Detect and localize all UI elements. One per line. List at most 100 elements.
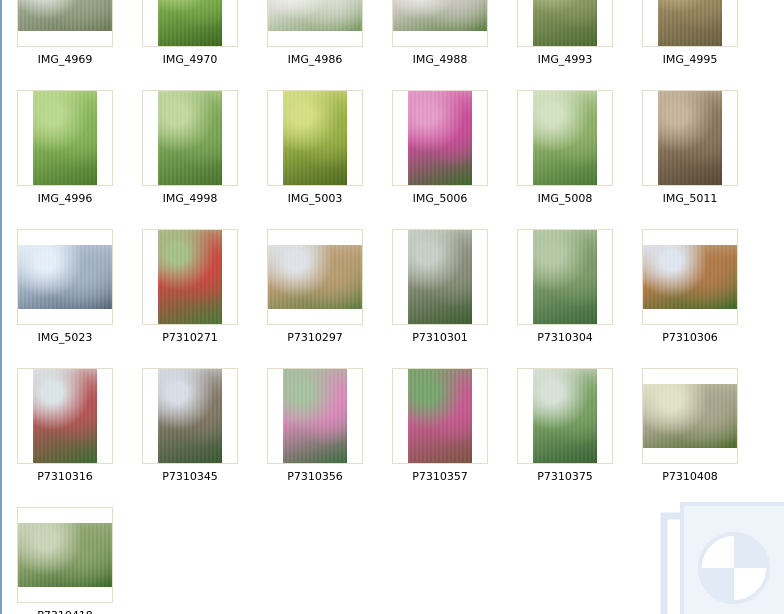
thumbnail-image[interactable] [393, 0, 487, 31]
thumbnail-item[interactable]: IMG_4996 [17, 90, 113, 220]
thumbnail-item[interactable]: P7310316 [17, 368, 113, 498]
thumbnail-image[interactable] [408, 230, 472, 324]
thumbnail-image[interactable] [18, 523, 112, 587]
thumbnail-texture [533, 230, 597, 324]
thumbnail-image[interactable] [533, 91, 597, 185]
thumbnail-item[interactable]: IMG_4969 [17, 0, 113, 81]
thumbnail-view: IMG_4969 IMG_4970 IMG_4986 IMG_4988 IMG_4993… [0, 0, 784, 614]
thumbnail-item[interactable]: P7310271 [142, 229, 238, 359]
thumbnail-item[interactable]: P7310297 [267, 229, 363, 359]
thumbnail-label: IMG_4993 [537, 53, 593, 66]
thumbnail-texture [268, 0, 362, 31]
thumbnail-frame[interactable] [267, 368, 363, 464]
thumbnail-image[interactable] [268, 0, 362, 31]
thumbnail-image[interactable] [158, 230, 222, 324]
thumbnail-image[interactable] [643, 384, 737, 448]
thumbnail-item[interactable]: P7310304 [517, 229, 613, 359]
thumbnail-frame[interactable] [142, 229, 238, 325]
thumbnail-image[interactable] [33, 369, 97, 463]
thumbnail-image[interactable] [158, 91, 222, 185]
thumbnail-frame[interactable] [392, 90, 488, 186]
thumbnail-item[interactable]: IMG_4988 [392, 0, 488, 81]
thumbnail-image[interactable] [158, 0, 222, 46]
thumbnail-texture [533, 91, 597, 185]
thumbnail-label: IMG_4969 [37, 53, 93, 66]
thumbnail-item[interactable]: P7310418 [17, 507, 113, 614]
thumbnail-frame[interactable] [142, 0, 238, 47]
thumbnail-label: IMG_5006 [412, 192, 468, 205]
thumbnail-frame[interactable] [17, 90, 113, 186]
thumbnail-frame[interactable] [642, 0, 738, 47]
thumbnail-texture [533, 0, 597, 46]
thumbnail-label: P7310418 [5, 609, 125, 614]
thumbnail-texture [33, 369, 97, 463]
thumbnail-label: P7310345 [162, 470, 218, 483]
thumbnail-frame[interactable] [17, 0, 113, 47]
thumbnail-frame[interactable] [392, 368, 488, 464]
thumbnail-frame[interactable] [642, 90, 738, 186]
thumbnail-image[interactable] [533, 230, 597, 324]
thumbnail-item[interactable]: IMG_5006 [392, 90, 488, 220]
thumbnail-label: IMG_5003 [287, 192, 343, 205]
thumbnail-item[interactable]: P7310357 [392, 368, 488, 498]
thumbnail-item[interactable]: IMG_4995 [642, 0, 738, 81]
thumbnail-texture [18, 245, 112, 309]
thumbnail-item[interactable]: IMG_4986 [267, 0, 363, 81]
thumbnail-frame[interactable] [392, 0, 488, 47]
thumbnail-image[interactable] [283, 369, 347, 463]
thumbnail-item[interactable]: IMG_4970 [142, 0, 238, 81]
thumbnail-item[interactable]: P7310375 [517, 368, 613, 498]
thumbnail-item[interactable]: IMG_4998 [142, 90, 238, 220]
thumbnail-image[interactable] [643, 245, 737, 309]
thumbnail-texture [268, 245, 362, 309]
thumbnail-texture [283, 91, 347, 185]
thumbnail-frame[interactable] [17, 507, 113, 603]
thumbnail-frame[interactable] [17, 368, 113, 464]
thumbnail-frame[interactable] [517, 229, 613, 325]
thumbnail-label: P7310306 [662, 331, 718, 344]
thumbnail-frame[interactable] [267, 0, 363, 47]
thumbnail-frame[interactable] [142, 90, 238, 186]
thumbnail-image[interactable] [158, 369, 222, 463]
thumbnail-image[interactable] [18, 245, 112, 309]
thumbnail-label: IMG_5008 [537, 192, 593, 205]
thumbnail-item[interactable]: IMG_5011 [642, 90, 738, 220]
thumbnail-item[interactable]: IMG_5008 [517, 90, 613, 220]
thumbnail-item[interactable]: IMG_5003 [267, 90, 363, 220]
thumbnail-item[interactable]: P7310345 [142, 368, 238, 498]
thumbnail-label: P7310316 [37, 470, 93, 483]
thumbnail-label: IMG_4986 [287, 53, 343, 66]
thumbnail-texture [658, 0, 722, 46]
thumbnail-label: IMG_4995 [662, 53, 718, 66]
photo-album-watermark-icon [660, 502, 784, 614]
thumbnail-image[interactable] [658, 91, 722, 185]
thumbnail-image[interactable] [408, 369, 472, 463]
thumbnail-frame[interactable] [142, 368, 238, 464]
thumbnail-frame[interactable] [392, 229, 488, 325]
thumbnail-image[interactable] [283, 91, 347, 185]
thumbnail-label: P7310304 [537, 331, 593, 344]
thumbnail-item[interactable]: P7310356 [267, 368, 363, 498]
thumbnail-item[interactable]: IMG_4993 [517, 0, 613, 81]
thumbnail-frame[interactable] [642, 368, 738, 464]
thumbnail-item[interactable]: P7310301 [392, 229, 488, 359]
thumbnail-item[interactable]: IMG_5023 [17, 229, 113, 359]
thumbnail-label: IMG_5023 [37, 331, 93, 344]
thumbnail-frame[interactable] [17, 229, 113, 325]
thumbnail-image[interactable] [18, 0, 112, 31]
thumbnail-item[interactable]: P7310306 [642, 229, 738, 359]
thumbnail-frame[interactable] [642, 229, 738, 325]
thumbnail-texture [158, 91, 222, 185]
thumbnail-image[interactable] [33, 91, 97, 185]
thumbnail-image[interactable] [408, 91, 472, 185]
thumbnail-frame[interactable] [517, 368, 613, 464]
thumbnail-frame[interactable] [267, 90, 363, 186]
thumbnail-frame[interactable] [517, 0, 613, 47]
thumbnail-image[interactable] [268, 245, 362, 309]
thumbnail-image[interactable] [533, 369, 597, 463]
thumbnail-item[interactable]: P7310408 [642, 368, 738, 498]
thumbnail-frame[interactable] [517, 90, 613, 186]
thumbnail-image[interactable] [658, 0, 722, 46]
thumbnail-image[interactable] [533, 0, 597, 46]
thumbnail-frame[interactable] [267, 229, 363, 325]
